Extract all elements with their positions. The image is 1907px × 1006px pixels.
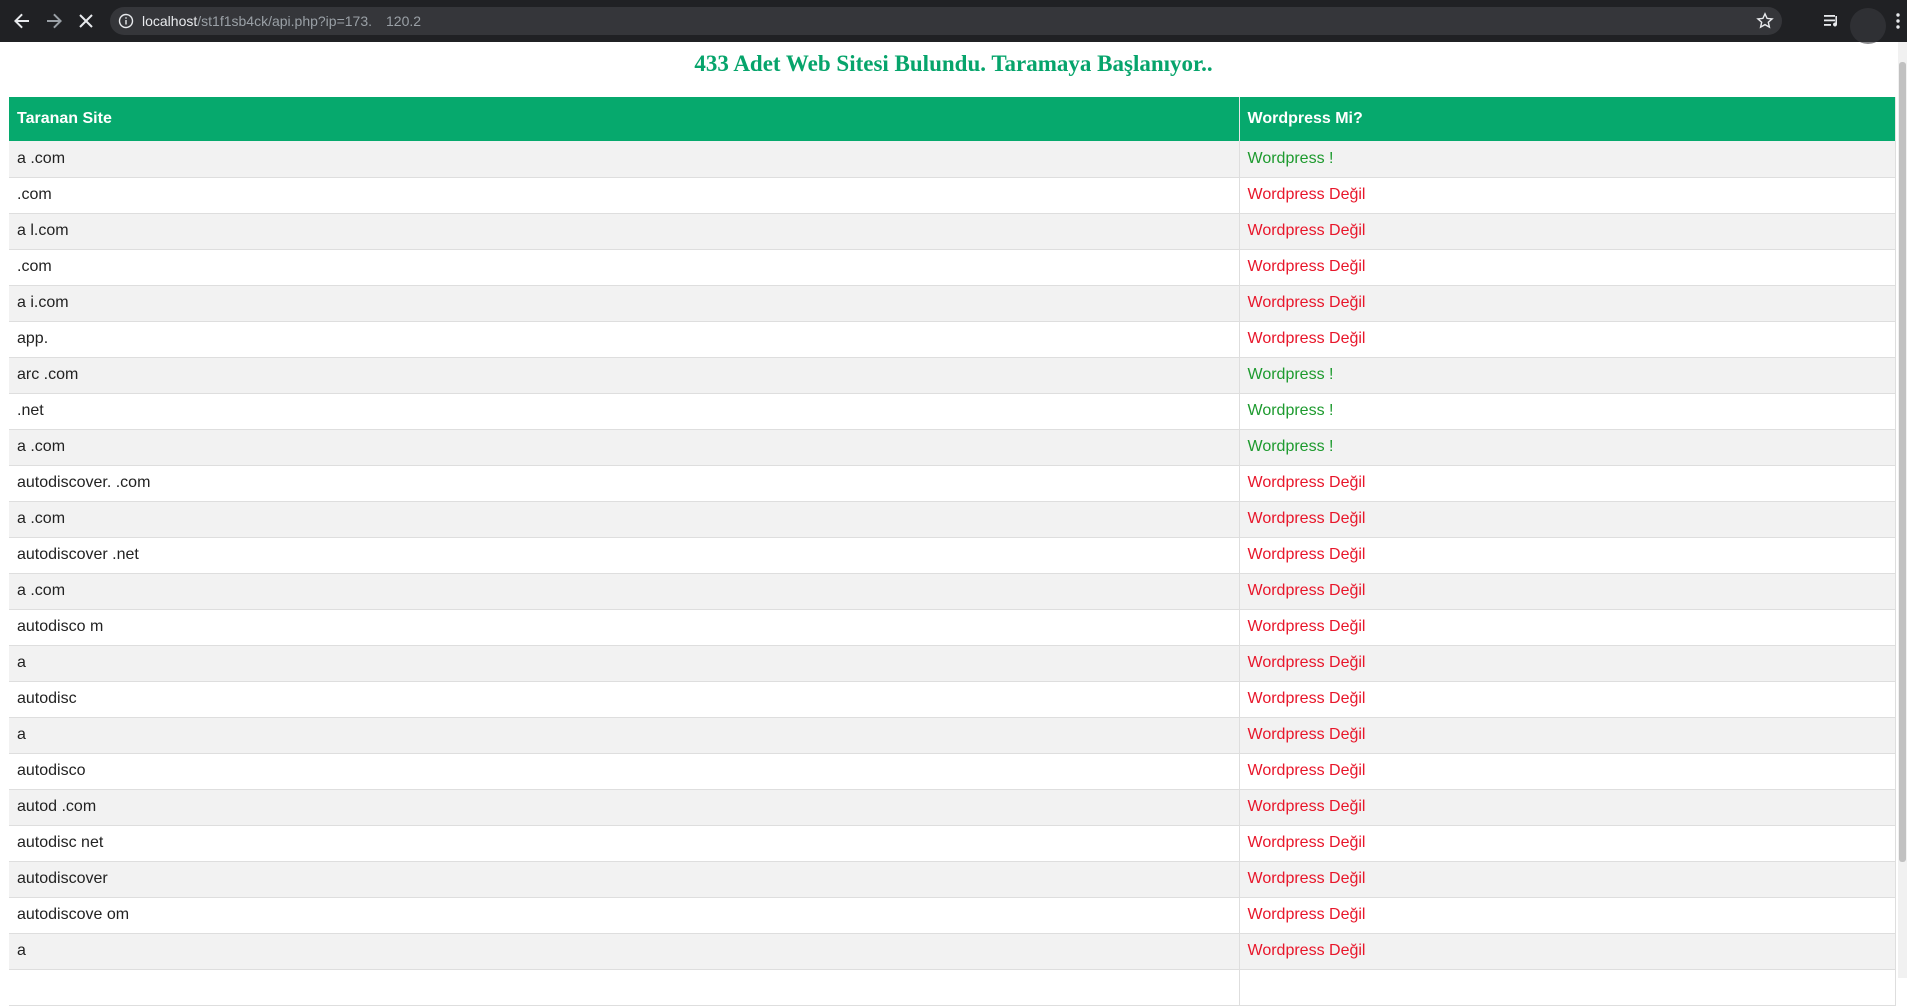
wordpress-status-cell: Wordpress Değil	[1239, 249, 1896, 286]
column-header-wordpress: Wordpress Mi?	[1239, 97, 1896, 141]
info-icon[interactable]	[118, 13, 134, 29]
table-row: .com Wordpress Değil	[9, 249, 1896, 286]
table-body: a .com Wordpress ! .com Wordpress Değil a l…	[9, 141, 1896, 1006]
wordpress-status-cell: Wordpress Değil	[1239, 933, 1896, 970]
wordpress-status-cell: Wordpress Değil	[1239, 501, 1896, 538]
browser-toolbar: localhost/st1f1sb4ck/api.php?ip=173. 120.…	[0, 0, 1907, 44]
wordpress-status-cell: Wordpress Değil	[1239, 285, 1896, 322]
wordpress-status-cell: Wordpress Değil	[1239, 789, 1896, 826]
table-row: a Wordpress Değil	[9, 645, 1896, 682]
table-row: a .com Wordpress !	[9, 429, 1896, 466]
table-row	[9, 969, 1896, 1006]
site-cell: .com	[9, 177, 1240, 214]
site-cell: .net	[9, 393, 1240, 430]
wordpress-status-cell: Wordpress !	[1239, 357, 1896, 394]
site-cell	[9, 969, 1240, 1006]
table-row: autodiscove om Wordpress Değil	[9, 897, 1896, 934]
site-cell: a .com	[9, 141, 1240, 178]
site-cell: a .com	[9, 429, 1240, 466]
table-row: a Wordpress Değil	[9, 717, 1896, 754]
wordpress-status-cell: Wordpress Değil	[1239, 753, 1896, 790]
wordpress-status-cell	[1239, 969, 1896, 1006]
wordpress-status-cell: Wordpress Değil	[1239, 645, 1896, 682]
site-cell: autodiscover .net	[9, 537, 1240, 574]
site-cell: autodisc net	[9, 825, 1240, 862]
menu-dots-icon[interactable]	[1888, 11, 1907, 31]
wordpress-status-cell: Wordpress Değil	[1239, 825, 1896, 862]
site-cell: autod .com	[9, 789, 1240, 826]
table-row: a .com Wordpress !	[9, 141, 1896, 178]
wordpress-status-cell: Wordpress Değil	[1239, 717, 1896, 754]
site-cell: autodisco m	[9, 609, 1240, 646]
table-row: autodisco m Wordpress Değil	[9, 609, 1896, 646]
site-cell: autodiscover. .com	[9, 465, 1240, 502]
site-cell: autodisc	[9, 681, 1240, 718]
table-row: a .com Wordpress Değil	[9, 501, 1896, 538]
wordpress-status-cell: Wordpress Değil	[1239, 537, 1896, 574]
wordpress-status-cell: Wordpress Değil	[1239, 213, 1896, 250]
wordpress-status-cell: Wordpress Değil	[1239, 861, 1896, 898]
table-row: autodiscover Wordpress Değil	[9, 861, 1896, 898]
table-row: autodiscover .net Wordpress Değil	[9, 537, 1896, 574]
wordpress-status-cell: Wordpress !	[1239, 141, 1896, 178]
wordpress-status-cell: Wordpress !	[1239, 393, 1896, 430]
table-row: .com Wordpress Değil	[9, 177, 1896, 214]
site-cell: arc .com	[9, 357, 1240, 394]
url-host: localhost	[142, 13, 198, 29]
site-cell: autodisco	[9, 753, 1240, 790]
site-cell: autodiscove om	[9, 897, 1240, 934]
wordpress-status-cell: Wordpress Değil	[1239, 321, 1896, 358]
table-row: autod .com Wordpress Değil	[9, 789, 1896, 826]
wordpress-status-cell: Wordpress Değil	[1239, 897, 1896, 934]
wordpress-status-cell: Wordpress Değil	[1239, 465, 1896, 502]
table-row: a i.com Wordpress Değil	[9, 285, 1896, 322]
url-tail: 120.2	[386, 13, 422, 29]
address-bar[interactable]: localhost/st1f1sb4ck/api.php?ip=173. 120.…	[110, 7, 1782, 35]
star-icon[interactable]	[1756, 12, 1774, 30]
queue-icon[interactable]	[1822, 11, 1842, 31]
table-row: arc .com Wordpress !	[9, 357, 1896, 394]
table-row: app. Wordpress Değil	[9, 321, 1896, 358]
back-arrow-icon[interactable]	[10, 9, 34, 33]
avatar[interactable]	[1850, 8, 1886, 44]
table-row: autodisco Wordpress Değil	[9, 753, 1896, 790]
site-cell: a	[9, 933, 1240, 970]
wordpress-status-cell: Wordpress Değil	[1239, 177, 1896, 214]
table-row: a Wordpress Değil	[9, 933, 1896, 970]
site-cell: autodiscover	[9, 861, 1240, 898]
page-title: 433 Adet Web Sitesi Bulundu. Taramaya Ba…	[694, 51, 1213, 76]
table-row: autodisc net Wordpress Değil	[9, 825, 1896, 862]
site-cell: a	[9, 717, 1240, 754]
site-cell: a l.com	[9, 213, 1240, 250]
site-cell: .com	[9, 249, 1240, 286]
site-cell: a .com	[9, 573, 1240, 610]
stop-icon[interactable]	[74, 9, 98, 33]
site-cell: a .com	[9, 501, 1240, 538]
wordpress-status-cell: Wordpress Değil	[1239, 681, 1896, 718]
page-scrollbar[interactable]	[1898, 42, 1907, 978]
wordpress-status-cell: Wordpress Değil	[1239, 609, 1896, 646]
url-path: /st1f1sb4ck/api.php?ip=173.	[197, 13, 373, 29]
table-row: autodisc Wordpress Değil	[9, 681, 1896, 718]
table-row: a .com Wordpress Değil	[9, 573, 1896, 610]
scrollbar-thumb[interactable]	[1899, 62, 1906, 862]
wordpress-status-cell: Wordpress !	[1239, 429, 1896, 466]
table-row: autodiscover. .com Wordpress Değil	[9, 465, 1896, 502]
url-text[interactable]: localhost/st1f1sb4ck/api.php?ip=173. 120.…	[142, 13, 421, 29]
table-row: .net Wordpress !	[9, 393, 1896, 430]
forward-arrow-icon[interactable]	[42, 9, 66, 33]
site-cell: a i.com	[9, 285, 1240, 322]
table-header-row: Taranan Site Wordpress Mi?	[9, 97, 1896, 141]
site-cell: a	[9, 645, 1240, 682]
wordpress-status-cell: Wordpress Değil	[1239, 573, 1896, 610]
results-table: Taranan Site Wordpress Mi? a .com Wordpre…	[9, 97, 1896, 1006]
table-row: a l.com Wordpress Değil	[9, 213, 1896, 250]
site-cell: app.	[9, 321, 1240, 358]
column-header-site: Taranan Site	[9, 97, 1240, 141]
